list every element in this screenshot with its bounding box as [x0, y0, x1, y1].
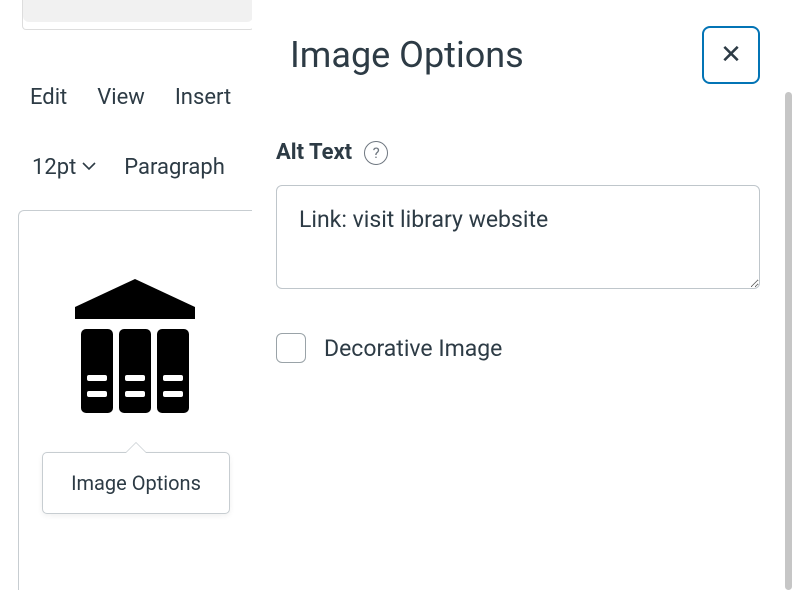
- block-format-select[interactable]: Paragraph: [124, 155, 225, 180]
- panel-title: Image Options: [290, 34, 524, 76]
- block-format-value: Paragraph: [124, 155, 225, 180]
- close-icon: ✕: [720, 40, 742, 70]
- menu-edit[interactable]: Edit: [30, 85, 67, 110]
- image-options-popover-label: Image Options: [71, 471, 201, 495]
- scrollbar[interactable]: [785, 92, 792, 590]
- title-input-remnant: [22, 0, 254, 30]
- editor-menubar: Edit View Insert: [30, 85, 231, 110]
- editor-canvas[interactable]: [18, 210, 256, 590]
- library-image[interactable]: [55, 263, 219, 431]
- font-size-select[interactable]: 12pt: [32, 155, 96, 180]
- panel-header: Image Options ✕: [252, 0, 800, 84]
- menu-insert[interactable]: Insert: [175, 85, 231, 110]
- decorative-image-row: Decorative Image: [252, 333, 800, 363]
- chevron-down-icon: [82, 160, 96, 175]
- help-icon[interactable]: ?: [364, 141, 388, 165]
- menu-view[interactable]: View: [97, 85, 145, 110]
- alt-text-label: Alt Text: [276, 140, 352, 165]
- editor-toolbar: 12pt Paragraph: [32, 155, 225, 180]
- alt-text-field: Alt Text ?: [252, 140, 800, 293]
- font-size-value: 12pt: [32, 155, 76, 180]
- alt-text-label-row: Alt Text ?: [276, 140, 760, 165]
- alt-text-input[interactable]: [276, 185, 760, 289]
- decorative-image-checkbox[interactable]: [276, 333, 306, 363]
- decorative-image-label: Decorative Image: [324, 335, 502, 362]
- close-button[interactable]: ✕: [702, 26, 760, 84]
- image-options-panel: Image Options ✕ Alt Text ? Decorative Im…: [252, 0, 800, 599]
- image-options-popover[interactable]: Image Options: [42, 452, 230, 514]
- title-input-placeholder: [23, 0, 253, 22]
